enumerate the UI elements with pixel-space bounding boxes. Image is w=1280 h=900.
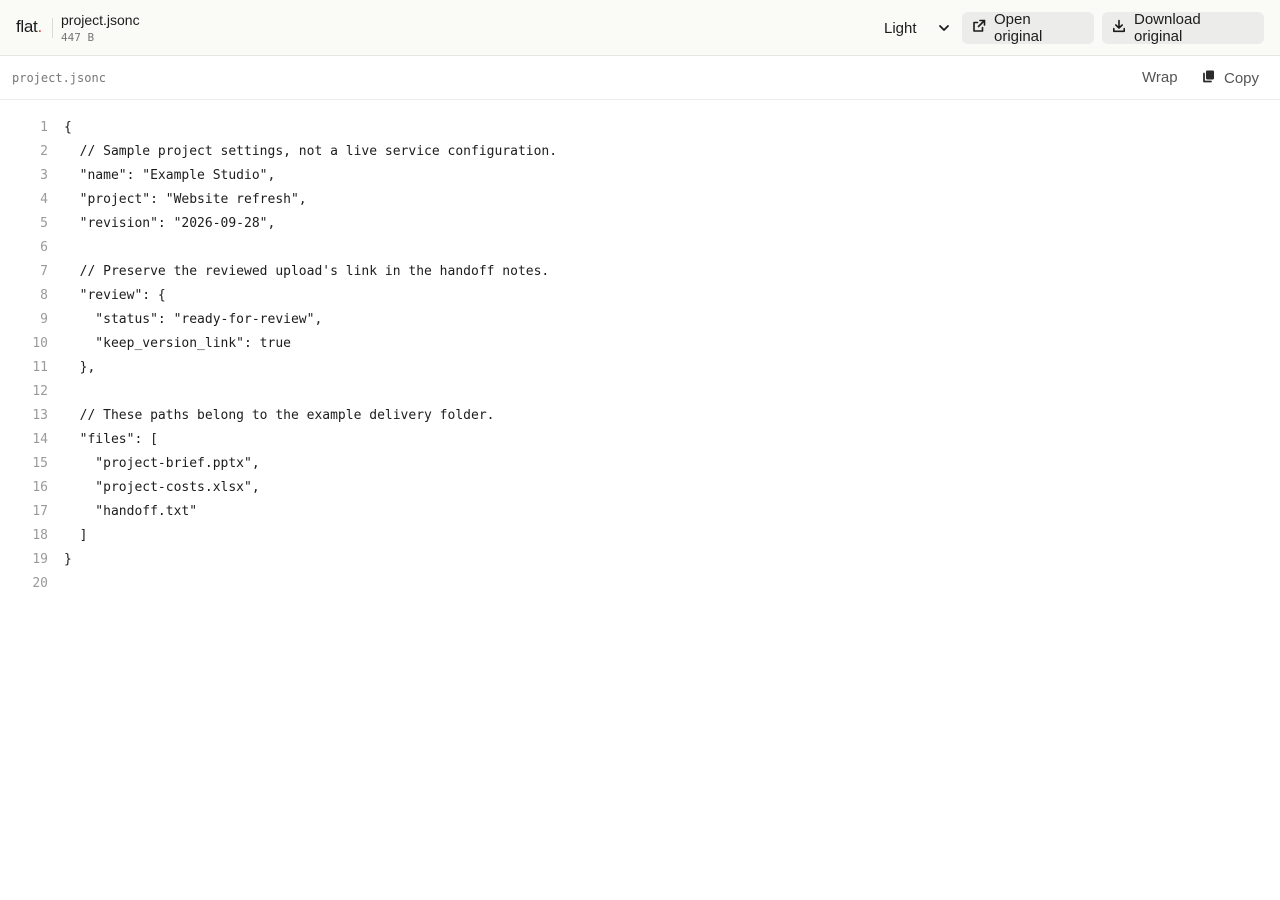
logo-text: flat [16, 17, 38, 36]
line-content: "revision": "2026-09-28", [64, 216, 276, 231]
download-original-button[interactable]: Download original [1102, 11, 1264, 45]
line-content: ] [64, 528, 88, 543]
line-number: 15 [32, 456, 48, 471]
code-line: 1{ [0, 116, 1280, 140]
line-number: 10 [32, 336, 48, 351]
code-line: 14 "files": [ [0, 428, 1280, 452]
line-content: } [64, 552, 72, 567]
top-bar: flat. project.jsonc 447 B Light Open ori… [0, 0, 1280, 56]
external-link-icon [972, 19, 986, 37]
copy-label: Copy [1224, 69, 1260, 87]
line-content: "keep_version_link": true [64, 336, 291, 351]
code-line: 5 "revision": "2026-09-28", [0, 212, 1280, 236]
theme-select-value: Light [884, 19, 917, 37]
line-content: "handoff.txt" [64, 504, 198, 519]
open-original-label: Open original [994, 11, 1043, 45]
code-view[interactable]: 1{2 // Sample project settings, not a li… [0, 116, 1280, 596]
code-line: 6 [0, 236, 1280, 260]
line-content: "name": "Example Studio", [64, 168, 276, 183]
code-line: 8 "review": { [0, 284, 1280, 308]
theme-select[interactable]: Light [876, 12, 956, 44]
code-line: 18 ] [0, 524, 1280, 548]
code-line: 16 "project-costs.xlsx", [0, 476, 1280, 500]
line-number: 3 [40, 168, 48, 183]
code-line: 4 "project": "Website refresh", [0, 188, 1280, 212]
line-number: 1 [40, 120, 48, 135]
download-original-label: Download original [1134, 11, 1201, 45]
code-line: 2 // Sample project settings, not a live… [0, 140, 1280, 164]
line-number: 14 [32, 432, 48, 447]
code-line: 20 [0, 572, 1280, 596]
line-number: 20 [32, 576, 48, 591]
code-line: 13 // These paths belong to the example … [0, 404, 1280, 428]
line-number: 12 [32, 384, 48, 399]
code-line: 7 // Preserve the reviewed upload's link… [0, 260, 1280, 284]
line-number: 8 [40, 288, 48, 303]
line-content: // Preserve the reviewed upload's link i… [64, 264, 550, 279]
file-path: project.jsonc [12, 71, 106, 85]
line-number: 18 [32, 528, 48, 543]
code-line: 10 "keep_version_link": true [0, 332, 1280, 356]
line-number: 11 [32, 360, 48, 375]
download-icon [1112, 19, 1126, 37]
line-content: "project": "Website refresh", [64, 192, 307, 207]
chevron-down-icon [938, 21, 950, 38]
line-number: 6 [40, 240, 48, 255]
code-line: 15 "project-brief.pptx", [0, 452, 1280, 476]
line-content: { [64, 120, 72, 135]
code-line: 11 }, [0, 356, 1280, 380]
code-line: 3 "name": "Example Studio", [0, 164, 1280, 188]
open-original-button[interactable]: Open original [962, 11, 1094, 45]
logo[interactable]: flat. [16, 17, 42, 37]
code-line: 17 "handoff.txt" [0, 500, 1280, 524]
line-content: "project-costs.xlsx", [64, 480, 260, 495]
copy-button[interactable]: Copy [1202, 69, 1259, 87]
line-number: 13 [32, 408, 48, 423]
code-line: 19} [0, 548, 1280, 572]
line-number: 16 [32, 480, 48, 495]
code-line: 9 "status": "ready-for-review", [0, 308, 1280, 332]
line-number: 5 [40, 216, 48, 231]
code-toolbar: project.jsonc Wrap Copy [0, 56, 1280, 100]
code-line: 12 [0, 380, 1280, 404]
line-content: "files": [ [64, 432, 158, 447]
copy-icon [1202, 69, 1216, 87]
line-content: "project-brief.pptx", [64, 456, 260, 471]
line-number: 19 [32, 552, 48, 567]
line-number: 2 [40, 144, 48, 159]
line-content: // These paths belong to the example del… [64, 408, 495, 423]
line-number: 9 [40, 312, 48, 327]
line-content: // Sample project settings, not a live s… [64, 144, 558, 159]
file-name: project.jsonc [61, 12, 140, 28]
line-number: 7 [40, 264, 48, 279]
line-content: "status": "ready-for-review", [64, 312, 323, 327]
line-content: }, [64, 360, 96, 375]
line-content: "review": { [64, 288, 166, 303]
wrap-button[interactable]: Wrap [1142, 69, 1178, 86]
file-size: 447 B [61, 31, 95, 44]
line-number: 4 [40, 192, 48, 207]
line-number: 17 [32, 504, 48, 519]
divider [52, 18, 53, 38]
logo-dot: . [37, 17, 42, 36]
